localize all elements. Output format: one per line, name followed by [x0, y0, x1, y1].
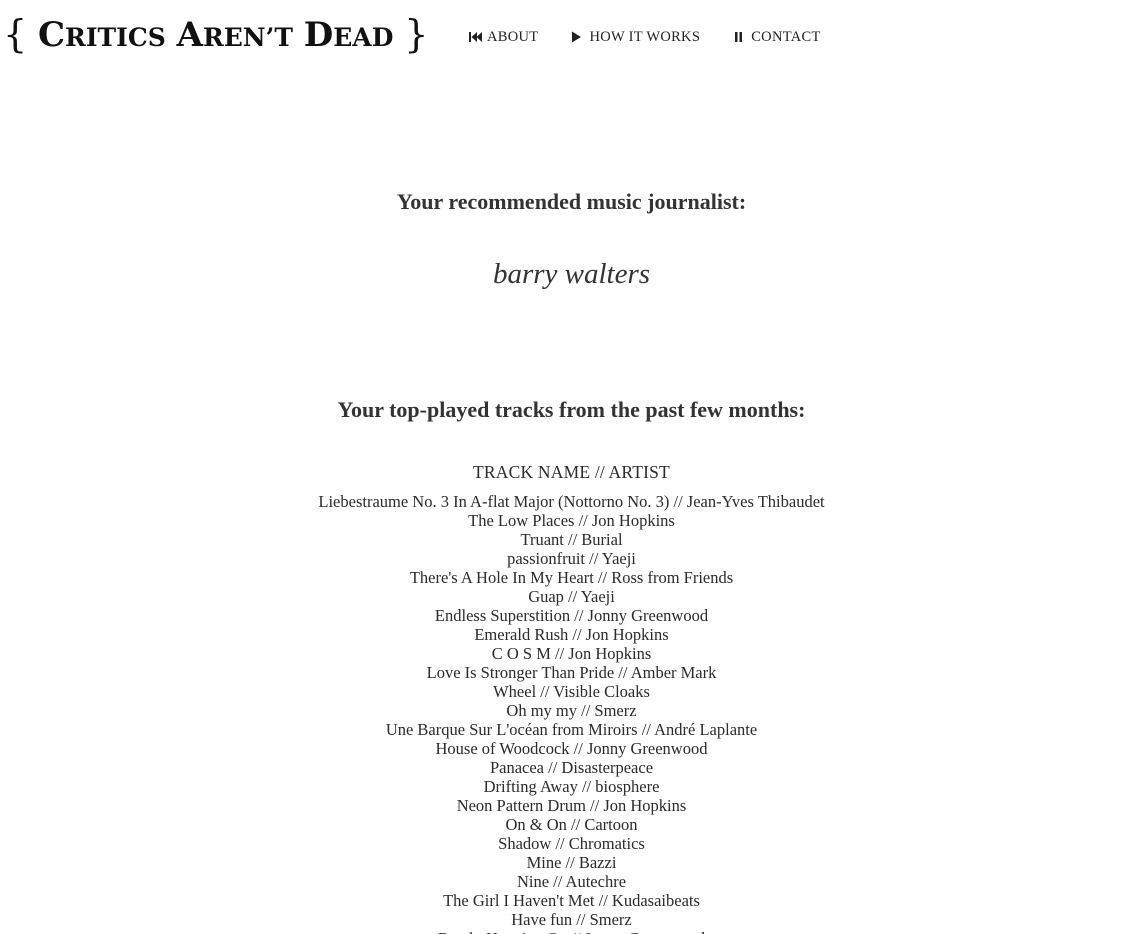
- track-list-item: Love Is Stronger Than Pride // Amber Mar…: [426, 663, 717, 682]
- track-list-header: TRACK NAME // ARTIST: [473, 462, 670, 482]
- track-list-item: The Low Places // Jon Hopkins: [468, 511, 675, 530]
- recommended-journalist: barry walters: [492, 258, 651, 290]
- nav-how-it-works-link[interactable]: HOW IT WORKS: [570, 28, 700, 46]
- track-list-item: Liebestraume No. 3 In A-flat Major (Nott…: [318, 492, 825, 511]
- track-list-item: Emerald Rush // Jon Hopkins: [474, 625, 669, 644]
- track-list-item: passionfruit // Yaeji: [507, 549, 636, 568]
- track-list-item: Oh my my // Smerz: [506, 701, 637, 720]
- track-list-item: Endless Superstition // Jonny Greenwood: [434, 606, 709, 625]
- track-list-item: Panacea // Disasterpeace: [489, 758, 654, 777]
- recommendation-heading: Your recommended music journalist:: [396, 189, 747, 214]
- logo-letter: A: [176, 15, 203, 55]
- play-icon: [570, 30, 586, 44]
- track-list-item: Guap // Yaeji: [528, 587, 615, 606]
- track-list-item: Mine // Bazzi: [526, 853, 617, 872]
- track-list-item: Nine // Autechre: [516, 872, 627, 891]
- track-list-item: The Girl I Haven't Met // Kudasaibeats: [443, 891, 700, 910]
- track-list-item: Drifting Away // biosphere: [483, 777, 660, 796]
- nav-contact-link[interactable]: CONTACT: [732, 28, 820, 46]
- track-list-item: Have fun // Smerz: [511, 910, 632, 929]
- logo-letters: RITICS: [65, 23, 166, 52]
- nav-about-label: ABOUT: [487, 28, 539, 45]
- track-list-item: There's A Hole In My Heart // Ross from …: [409, 568, 734, 587]
- track-list: Liebestraume No. 3 In A-flat Major (Nott…: [0, 492, 1135, 934]
- track-list-item: Barely Hanging On // Jonny Greenwood: [0, 929, 1135, 934]
- rewind-icon: [468, 30, 484, 44]
- logo-letter: C: [37, 15, 66, 55]
- site-logo[interactable]: { CRITICS AREN’T DEAD }: [3, 12, 428, 60]
- track-list-item: C O S M // Jon Hopkins: [491, 644, 652, 663]
- main-nav: ABOUT HOW IT WORKS CONTACT: [468, 28, 853, 46]
- track-list-item: Shadow // Chromatics: [498, 834, 645, 853]
- nav-contact-label: CONTACT: [751, 28, 821, 45]
- track-list-item: Une Barque Sur L'océan from Miroirs // A…: [385, 720, 758, 739]
- logo-close-brace: }: [404, 12, 429, 56]
- track-list-item: On & On // Cartoon: [505, 815, 638, 834]
- pause-icon: [732, 30, 748, 44]
- track-list-item: Neon Pattern Drum // Jon Hopkins: [456, 796, 687, 815]
- logo-letter: D: [303, 15, 334, 55]
- top-tracks-heading: Your top-played tracks from the past few…: [337, 397, 806, 422]
- logo-letters: REN’T: [202, 23, 293, 52]
- nav-how-it-works-label: HOW IT WORKS: [589, 28, 701, 45]
- site-header: { CRITICS AREN’T DEAD } ABOUT HOW IT WOR…: [0, 0, 1135, 72]
- track-list-item: Truant // Burial: [520, 530, 623, 549]
- nav-about-link[interactable]: ABOUT: [468, 28, 538, 46]
- track-list-item: Wheel // Visible Cloaks: [493, 682, 650, 701]
- track-list-item: House of Woodcock // Jonny Greenwood: [435, 739, 708, 758]
- logo-open-brace: {: [3, 12, 28, 56]
- logo-letters: EAD: [333, 23, 394, 52]
